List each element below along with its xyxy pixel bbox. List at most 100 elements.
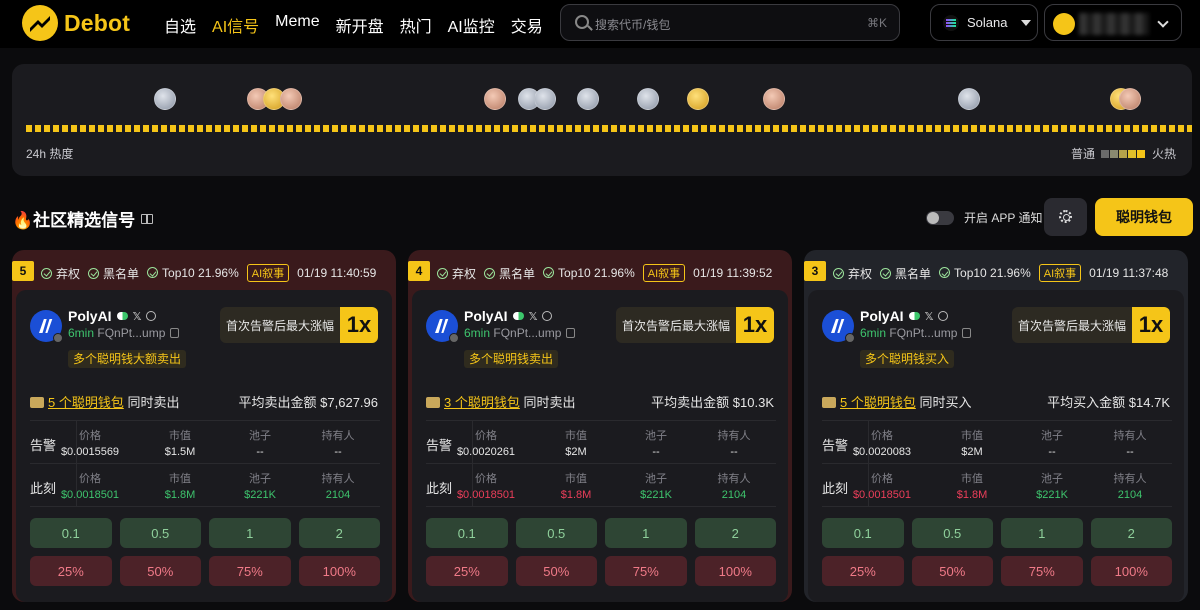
alert-mcap: $2M xyxy=(565,446,587,458)
token-age: 6min xyxy=(68,326,95,340)
sell-button[interactable]: 75% xyxy=(605,556,687,586)
menu-item-trending[interactable]: 热门 xyxy=(400,13,432,37)
pill-icon[interactable] xyxy=(512,312,524,320)
buy-button[interactable]: 0.1 xyxy=(822,518,904,548)
buy-button[interactable]: 0.5 xyxy=(119,518,201,548)
x-icon[interactable]: 𝕏 xyxy=(925,310,934,323)
now-holders: 2104 xyxy=(325,489,351,501)
coin-icon[interactable] xyxy=(577,88,599,110)
card-body: PolyAI 𝕏 6min FQnPt...ump 多个聪明钱大额卖出 首次告警… xyxy=(16,290,392,602)
sell-button[interactable]: 50% xyxy=(515,556,597,586)
average-amount: 平均卖出金额 $7,627.96 xyxy=(238,395,378,410)
logo[interactable]: Debot xyxy=(22,5,130,41)
caret-down-icon xyxy=(1021,19,1032,26)
signal-card: 4 弃权 黑名单 Top10 21.96% AI叙事 01/19 11:39:5… xyxy=(408,250,792,602)
pill-icon[interactable] xyxy=(908,312,920,320)
alert-price: $0.0020261 xyxy=(456,446,516,458)
notify-label: 开启 APP 通知 xyxy=(964,211,1043,225)
book-icon[interactable] xyxy=(141,213,154,224)
sell-button[interactable]: 25% xyxy=(822,556,904,586)
buy-button[interactable]: 2 xyxy=(1090,518,1172,548)
signal-badge: 多个聪明钱卖出 xyxy=(464,350,559,368)
coin-icon[interactable] xyxy=(763,88,785,110)
coin-icon[interactable] xyxy=(687,88,709,110)
max-gain-box: 首次告警后最大涨幅 1x xyxy=(219,307,378,343)
smart-wallet-link[interactable]: 5 个聪明钱包 xyxy=(840,395,916,410)
ai-narrative-tag[interactable]: AI叙事 xyxy=(1038,264,1082,282)
coin-icon[interactable] xyxy=(637,88,659,110)
x-icon[interactable]: 𝕏 xyxy=(133,310,142,323)
sell-button[interactable]: 50% xyxy=(119,556,201,586)
buy-button[interactable]: 0.1 xyxy=(426,518,508,548)
token-name[interactable]: PolyAI xyxy=(860,308,904,324)
sell-button[interactable]: 75% xyxy=(209,556,291,586)
token-address: FQnPt...ump xyxy=(889,326,958,340)
sell-button[interactable]: 25% xyxy=(426,556,508,586)
menu-item-watchlist[interactable]: 自选 xyxy=(164,13,196,37)
header-price: 价格 xyxy=(79,473,101,485)
buy-button[interactable]: 1 xyxy=(605,518,687,548)
globe-icon[interactable] xyxy=(146,311,157,321)
coin-icon[interactable] xyxy=(484,88,506,110)
coin-icon[interactable] xyxy=(154,88,176,110)
tag-blacklist: 黑名单 xyxy=(880,265,931,282)
token-name[interactable]: PolyAI xyxy=(68,308,112,324)
summary-action: 同时卖出 xyxy=(523,395,576,410)
buy-button[interactable]: 0.5 xyxy=(911,518,993,548)
quick-buy-row: 0.1 0.5 1 2 xyxy=(426,518,776,548)
smart-wallet-link[interactable]: 5 个聪明钱包 xyxy=(48,395,124,410)
header-pool: 池子 xyxy=(249,430,271,442)
notify-toggle[interactable] xyxy=(926,210,954,225)
coin-icon[interactable] xyxy=(534,88,556,110)
card-body: PolyAI 𝕏 6min FQnPt...ump 多个聪明钱买入 首次告警后最… xyxy=(808,290,1184,602)
search-icon xyxy=(575,15,589,29)
sell-button[interactable]: 100% xyxy=(1090,556,1172,586)
sell-button[interactable]: 75% xyxy=(1001,556,1083,586)
smart-wallet-button[interactable]: 聪明钱包 xyxy=(1095,198,1193,236)
pill-icon[interactable] xyxy=(116,312,128,320)
user-menu[interactable] xyxy=(1044,4,1182,41)
sell-button[interactable]: 50% xyxy=(911,556,993,586)
token-name-row: PolyAI 𝕏 xyxy=(464,308,553,324)
buy-button[interactable]: 2 xyxy=(298,518,380,548)
buy-button[interactable]: 0.1 xyxy=(30,518,112,548)
max-gain-value: 1x xyxy=(340,307,378,343)
sell-button[interactable]: 25% xyxy=(30,556,112,586)
menu-item-meme[interactable]: Meme xyxy=(275,13,319,37)
buy-button[interactable]: 1 xyxy=(1001,518,1083,548)
globe-icon[interactable] xyxy=(542,311,553,321)
menu-item-new-pairs[interactable]: 新开盘 xyxy=(336,13,384,37)
now-mcap: $1.8M xyxy=(164,489,196,501)
globe-icon[interactable] xyxy=(938,311,949,321)
settings-button[interactable] xyxy=(1044,198,1087,236)
copy-icon[interactable] xyxy=(566,328,576,338)
token-name[interactable]: PolyAI xyxy=(464,308,508,324)
ai-narrative-tag[interactable]: AI叙事 xyxy=(246,264,290,282)
heat-timeline xyxy=(26,125,1192,132)
chain-selector[interactable]: Solana xyxy=(930,4,1038,41)
copy-icon[interactable] xyxy=(962,328,972,338)
alert-row: 告警 价格 $0.0020261 市值 $2M 池子 -- 持有人 -- xyxy=(426,421,776,464)
buy-button[interactable]: 0.5 xyxy=(515,518,597,548)
menu-item-trade[interactable]: 交易 xyxy=(511,13,543,37)
smart-wallet-link[interactable]: 3 个聪明钱包 xyxy=(444,395,520,410)
search-input[interactable]: 搜索代币/钱包 ⌘K xyxy=(560,4,900,41)
copy-icon[interactable] xyxy=(170,328,180,338)
logo-text: Debot xyxy=(64,9,131,36)
menu-item-ai-signal[interactable]: AI信号 xyxy=(212,13,259,37)
debot-logo-icon xyxy=(22,5,58,41)
main-menu: 自选 AI信号 Meme 新开盘 热门 AI监控 交易 xyxy=(164,13,543,37)
coin-icon[interactable] xyxy=(958,88,980,110)
coin-icon[interactable] xyxy=(280,88,302,110)
header-mcap: 市值 xyxy=(169,430,191,442)
sell-button[interactable]: 100% xyxy=(694,556,776,586)
buy-button[interactable]: 1 xyxy=(209,518,291,548)
coin-icon[interactable] xyxy=(1119,88,1141,110)
sell-button[interactable]: 100% xyxy=(298,556,380,586)
max-gain-label: 首次告警后最大涨幅 xyxy=(219,307,340,343)
ai-narrative-tag[interactable]: AI叙事 xyxy=(642,264,686,282)
x-icon[interactable]: 𝕏 xyxy=(529,310,538,323)
buy-button[interactable]: 2 xyxy=(694,518,776,548)
menu-item-ai-monitor[interactable]: AI监控 xyxy=(448,13,495,37)
section-title: 🔥社区精选信号 xyxy=(12,206,154,231)
